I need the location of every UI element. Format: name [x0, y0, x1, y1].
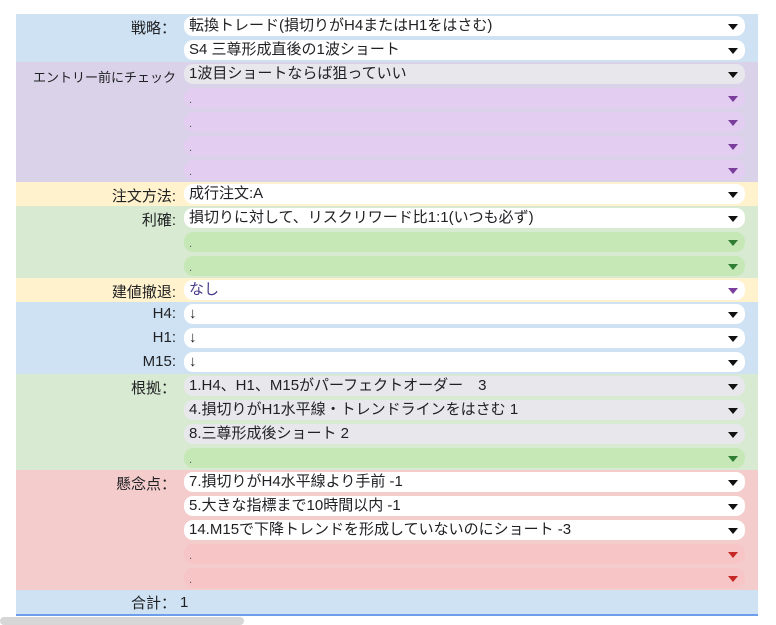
chevron-down-icon — [728, 552, 738, 558]
chevron-down-icon — [728, 504, 738, 510]
take-profit-select-3[interactable]: . — [184, 256, 745, 276]
total-value: 1 — [180, 593, 189, 611]
concerns-select-4[interactable]: . — [184, 544, 745, 564]
pre-entry-check-select-5[interactable]: . — [184, 160, 745, 180]
pre-entry-check-select-2[interactable]: . — [184, 88, 745, 108]
pre-entry-check-label: エントリー前にチェック — [32, 70, 176, 85]
concerns-select-2[interactable]: 5.大きな指標まで10時間以内 -1 — [184, 496, 745, 516]
chevron-down-icon — [728, 192, 738, 198]
chevron-down-icon — [728, 456, 738, 462]
strategy-label: 戦略： — [130, 20, 176, 37]
trade-form: 戦略： 転換トレード(損切りがH4またはH1をはさむ) S4 三尊形成直後の1波… — [16, 14, 758, 616]
basis-select-2[interactable]: 4.損切りがH1水平線・トレンドラインをはさむ 1 — [184, 400, 745, 420]
pre-entry-check-select-4[interactable]: . — [184, 136, 745, 156]
total-label: 合計： — [130, 594, 176, 612]
chevron-down-icon — [728, 432, 738, 438]
order-method-section: 注文方法: 成行注文:A — [16, 182, 758, 206]
strategy-section: 戦略： 転換トレード(損切りがH4またはH1をはさむ) S4 三尊形成直後の1波… — [16, 14, 758, 62]
pre-entry-check-select-3[interactable]: . — [184, 112, 745, 132]
chevron-down-icon — [728, 576, 738, 582]
chevron-down-icon — [728, 480, 738, 486]
chevron-down-icon — [728, 48, 738, 54]
chevron-down-icon — [728, 528, 738, 534]
chevron-down-icon — [728, 360, 738, 366]
basis-section: 根拠： 1.H4、H1、M15がパーフェクトオーダー 3 4.損切りがH1水平線… — [16, 374, 758, 470]
basis-select-3[interactable]: 8.三尊形成後ショート 2 — [184, 424, 745, 444]
chevron-down-icon — [728, 120, 738, 126]
chevron-down-icon — [728, 168, 738, 174]
withdrawal-select[interactable]: なし — [184, 280, 745, 300]
total-row: 合計： 1 — [16, 590, 758, 616]
m15-label: M15: — [142, 353, 176, 370]
strategy-select-2[interactable]: S4 三尊形成直後の1波ショート — [184, 40, 745, 60]
h4-label: H4: — [152, 305, 176, 322]
chevron-down-icon — [728, 312, 738, 318]
timeframe-section: H4: H1: M15: ↓ ↓ ↓ — [16, 302, 758, 374]
take-profit-select-2[interactable]: . — [184, 232, 745, 252]
chevron-down-icon — [728, 240, 738, 246]
strategy-select-1[interactable]: 転換トレード(損切りがH4またはH1をはさむ) — [184, 16, 745, 36]
h4-select[interactable]: ↓ — [184, 304, 745, 324]
chevron-down-icon — [728, 288, 738, 294]
chevron-down-icon — [728, 72, 738, 78]
take-profit-label: 利確: — [141, 212, 176, 229]
horizontal-scrollbar[interactable] — [0, 617, 244, 625]
basis-select-1[interactable]: 1.H4、H1、M15がパーフェクトオーダー 3 — [184, 376, 745, 396]
concerns-select-3[interactable]: 14.M15で下降トレンドを形成していないのにショート -3 — [184, 520, 745, 540]
take-profit-select-1[interactable]: 損切りに対して、リスクリワード比1:1(いつも必ず) — [184, 208, 745, 228]
chevron-down-icon — [728, 384, 738, 390]
concerns-select-1[interactable]: 7.損切りがH4水平線より手前 -1 — [184, 472, 745, 492]
take-profit-section: 利確: 損切りに対して、リスクリワード比1:1(いつも必ず) . . — [16, 206, 758, 278]
chevron-down-icon — [728, 336, 738, 342]
chevron-down-icon — [728, 144, 738, 150]
order-method-select[interactable]: 成行注文:A — [184, 184, 745, 204]
basis-label: 根拠： — [130, 380, 176, 397]
withdrawal-label: 建値撤退: — [111, 284, 176, 301]
order-method-label: 注文方法: — [111, 188, 176, 205]
h1-label: H1: — [152, 329, 176, 346]
concerns-select-5[interactable]: . — [184, 568, 745, 588]
concerns-label: 懸念点： — [115, 476, 176, 493]
withdrawal-section: 建値撤退: なし — [16, 278, 758, 302]
chevron-down-icon — [728, 96, 738, 102]
pre-entry-check-select-1[interactable]: 1波目ショートならば狙っていい — [184, 64, 745, 84]
basis-select-4[interactable]: . — [184, 448, 745, 468]
pre-entry-check-section: エントリー前にチェック 1波目ショートならば狙っていい . . . . — [16, 62, 758, 182]
chevron-down-icon — [728, 24, 738, 30]
chevron-down-icon — [728, 408, 738, 414]
chevron-down-icon — [728, 264, 738, 270]
concerns-section: 懸念点： 7.損切りがH4水平線より手前 -1 5.大きな指標まで10時間以内 … — [16, 470, 758, 590]
m15-select[interactable]: ↓ — [184, 352, 745, 372]
h1-select[interactable]: ↓ — [184, 328, 745, 348]
chevron-down-icon — [728, 216, 738, 222]
